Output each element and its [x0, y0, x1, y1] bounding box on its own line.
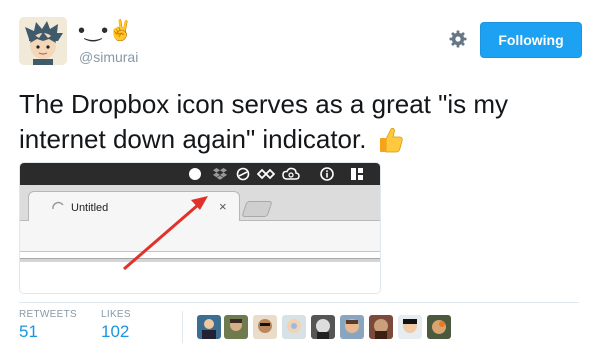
retweets-label: RETWEETS	[19, 309, 77, 320]
liker-avatar[interactable]	[197, 315, 221, 339]
liker-avatar[interactable]	[253, 315, 277, 339]
liker-avatar[interactable]	[398, 315, 422, 339]
liker-avatar[interactable]	[340, 315, 364, 339]
likes-label: LIKES	[101, 309, 131, 320]
author-name-emoji: •‿•✌	[78, 20, 133, 42]
liker-avatar[interactable]	[311, 315, 335, 339]
liker-avatar[interactable]	[224, 315, 248, 339]
stats-divider	[19, 302, 579, 303]
avatar-illustration	[19, 17, 67, 65]
author-avatar[interactable]	[19, 17, 67, 65]
retweets-count[interactable]: 51	[19, 322, 38, 342]
liker-avatar[interactable]	[369, 315, 393, 339]
stats-separator	[182, 311, 183, 343]
tweet-text-body: The Dropbox icon serves as a great "is m…	[19, 89, 508, 154]
liker-avatar[interactable]	[282, 315, 306, 339]
thumbs-up-icon	[378, 126, 404, 163]
tweet-media-image[interactable]: Untitled ×	[19, 162, 381, 294]
following-button[interactable]: Following	[480, 22, 582, 58]
liker-avatar[interactable]	[427, 315, 451, 339]
tweet-text: The Dropbox icon serves as a great "is m…	[19, 87, 539, 163]
arrow-annotation	[123, 196, 208, 271]
gear-icon[interactable]	[448, 29, 468, 49]
author-handle[interactable]: @simurai	[79, 48, 138, 66]
author-name[interactable]: •‿•✌	[78, 18, 133, 44]
likes-count[interactable]: 102	[101, 322, 129, 342]
